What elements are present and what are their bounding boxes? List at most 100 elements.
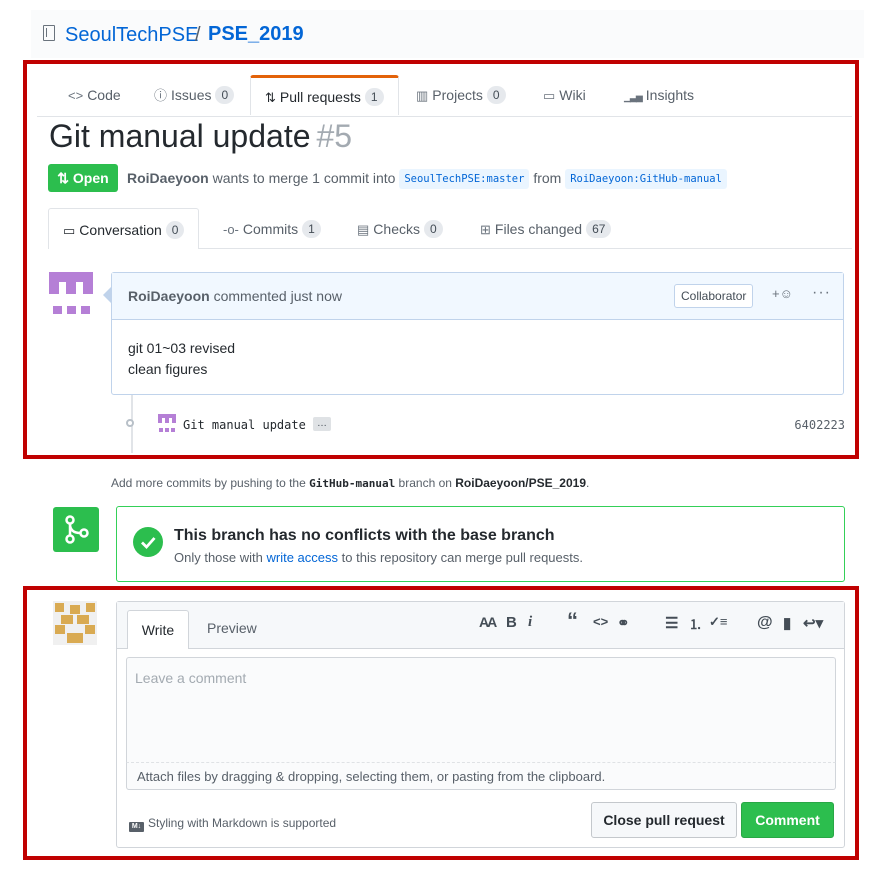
checklist-icon: ▤ bbox=[357, 222, 370, 237]
write-access-link[interactable]: write access bbox=[267, 550, 339, 565]
link-icon[interactable]: ⚭ bbox=[617, 614, 630, 632]
graph-icon: ▁▃▅ bbox=[624, 92, 643, 102]
text-size-icon[interactable]: AA bbox=[479, 614, 497, 630]
italic-icon[interactable]: i bbox=[528, 614, 532, 631]
pr-tabs: ▭ Conversation 0 -o- Commits 1 ▤ Checks 0 ⊞ Fil… bbox=[48, 208, 852, 249]
bold-icon[interactable]: B bbox=[506, 614, 517, 631]
tab-conversation[interactable]: ▭ Conversation 0 bbox=[48, 208, 200, 249]
comment-author-link[interactable]: RoiDaeyoon bbox=[128, 288, 210, 304]
diff-icon: ⊞ bbox=[480, 222, 491, 237]
commit-message-link[interactable]: Git manual update bbox=[183, 418, 306, 432]
comment-button[interactable]: Comment bbox=[741, 802, 834, 838]
task-list-icon[interactable]: ✓≡ bbox=[709, 614, 727, 630]
tab-checks[interactable]: ▤ Checks 0 bbox=[357, 208, 443, 248]
current-user-avatar[interactable] bbox=[53, 601, 97, 645]
tab-label: Projects bbox=[432, 87, 483, 103]
repo-header: SeoulTechPSE / PSE_2019 bbox=[31, 10, 864, 58]
merge-status-box: This branch has no conflicts with the ba… bbox=[116, 506, 845, 582]
code-icon[interactable]: <> bbox=[593, 614, 608, 629]
tab-code[interactable]: <> Code bbox=[68, 75, 121, 116]
git-commit-icon bbox=[126, 419, 134, 427]
git-merge-icon bbox=[53, 507, 99, 552]
tab-issues[interactable]: ⓘ Issues 0 bbox=[154, 75, 235, 116]
markdown-hint[interactable]: M↓ Styling with Markdown is supported bbox=[129, 816, 336, 832]
tab-label: Insights bbox=[645, 87, 695, 103]
merge-text: wants to merge 1 commit into bbox=[212, 170, 396, 186]
tab-commits[interactable]: -o- Commits 1 bbox=[223, 208, 321, 248]
comment-discussion-icon: ▭ bbox=[63, 223, 76, 238]
markdown-hint-text: Styling with Markdown is supported bbox=[148, 816, 337, 830]
tab-pull-requests[interactable]: ⇅ Pull requests 1 bbox=[250, 75, 399, 115]
merge-subtext: to this repository can merge pull reques… bbox=[341, 550, 583, 565]
base-ref[interactable]: SeoulTechPSE:master bbox=[399, 169, 530, 189]
pr-meta: RoiDaeyoon wants to merge 1 commit into … bbox=[127, 169, 727, 189]
from-text: from bbox=[533, 170, 562, 186]
comment-body: git 01~03 revised clean figures bbox=[128, 338, 235, 380]
book-icon: ▭ bbox=[543, 88, 556, 103]
comment-header: RoiDaeyoon commented just now Collaborat… bbox=[112, 273, 843, 320]
checks-counter: 0 bbox=[423, 220, 443, 238]
quote-icon[interactable]: “ bbox=[567, 608, 578, 634]
attach-files-area[interactable]: Attach files by dragging & dropping, sel… bbox=[126, 762, 836, 790]
comment-caret bbox=[103, 287, 111, 303]
markdown-icon: M↓ bbox=[129, 822, 144, 832]
files-changed-counter: 67 bbox=[586, 220, 612, 238]
comment-author-line: RoiDaeyoon commented just now bbox=[128, 288, 342, 304]
repo-owner-link[interactable]: SeoulTechPSE bbox=[65, 24, 198, 47]
check-circle-icon bbox=[133, 527, 163, 557]
pr-title-text: Git manual update bbox=[49, 118, 311, 154]
merge-status-heading: This branch has no conflicts with the ba… bbox=[174, 527, 555, 544]
merge-status-subtext: Only those with write access to this rep… bbox=[174, 550, 583, 565]
pr-state-label: Open bbox=[72, 170, 109, 186]
hint-branch: GitHub-manual bbox=[309, 477, 396, 490]
pr-state-badge: ⇅ Open bbox=[48, 164, 118, 192]
more-options-icon[interactable]: ··· bbox=[812, 284, 831, 302]
issues-counter: 0 bbox=[215, 86, 235, 104]
comment-form-tabs: Write Preview AA B i “ <> ⚭ ☰ ⒈ ✓≡ @ ▮ ↩… bbox=[117, 602, 844, 649]
commit-sha-link[interactable]: 6402223 bbox=[794, 418, 845, 432]
commit-avatar[interactable] bbox=[158, 414, 176, 432]
comment-textarea[interactable] bbox=[126, 657, 836, 762]
mention-icon[interactable]: @ bbox=[757, 614, 773, 632]
repo-separator: / bbox=[195, 24, 201, 46]
repo-name-link[interactable]: PSE_2019 bbox=[208, 23, 304, 46]
tab-write[interactable]: Write bbox=[127, 610, 189, 649]
hint-text: . bbox=[586, 476, 590, 490]
collaborator-badge: Collaborator bbox=[674, 284, 754, 308]
git-commit-icon: -o- bbox=[223, 222, 239, 237]
ordered-list-icon[interactable]: ⒈ bbox=[689, 614, 702, 633]
merge-subtext: Only those with bbox=[174, 550, 263, 565]
conversation-counter: 0 bbox=[165, 221, 185, 239]
hint-repo: RoiDaeyoon/PSE_2019 bbox=[455, 476, 586, 490]
hint-text: Add more commits by pushing to the bbox=[111, 476, 306, 490]
reply-icon[interactable]: ↩▾ bbox=[803, 614, 823, 632]
comment-line: git 01~03 revised bbox=[128, 340, 236, 356]
pull-request-icon: ⇅ bbox=[57, 170, 70, 186]
tab-label: Wiki bbox=[559, 87, 586, 103]
new-comment-form: Write Preview AA B i “ <> ⚭ ☰ ⒈ ✓≡ @ ▮ ↩… bbox=[116, 601, 845, 848]
pr-comment: RoiDaeyoon commented just now Collaborat… bbox=[111, 272, 844, 395]
repo-icon bbox=[43, 25, 55, 41]
pull-request-icon: ⇅ bbox=[265, 90, 276, 105]
tab-label: Conversation bbox=[79, 222, 162, 238]
avatar[interactable] bbox=[49, 272, 93, 316]
pull-requests-counter: 1 bbox=[364, 88, 384, 106]
tab-insights[interactable]: ▁▃▅ Insights bbox=[624, 75, 694, 116]
tab-label: Issues bbox=[171, 87, 212, 103]
projects-counter: 0 bbox=[486, 86, 506, 104]
commit-row: Git manual update … 6402223 bbox=[123, 412, 845, 436]
pr-author-link[interactable]: RoiDaeyoon bbox=[127, 170, 209, 186]
head-ref[interactable]: RoiDaeyoon:GitHub-manual bbox=[565, 169, 727, 189]
unordered-list-icon[interactable]: ☰ bbox=[665, 614, 678, 632]
tab-projects[interactable]: ▥ Projects 0 bbox=[416, 75, 506, 116]
commit-expand-button[interactable]: … bbox=[313, 417, 331, 431]
add-reaction-icon[interactable]: +☺ bbox=[772, 286, 793, 301]
close-pull-request-button[interactable]: Close pull request bbox=[591, 802, 737, 838]
tab-preview[interactable]: Preview bbox=[207, 620, 257, 636]
push-hint: Add more commits by pushing to the GitHu… bbox=[111, 476, 589, 490]
comment-line: clean figures bbox=[128, 361, 208, 377]
comment-timestamp[interactable]: commented just now bbox=[214, 288, 342, 304]
tab-files-changed[interactable]: ⊞ Files changed 67 bbox=[480, 208, 612, 248]
tab-wiki[interactable]: ▭ Wiki bbox=[543, 75, 586, 116]
bookmark-icon[interactable]: ▮ bbox=[783, 614, 791, 632]
